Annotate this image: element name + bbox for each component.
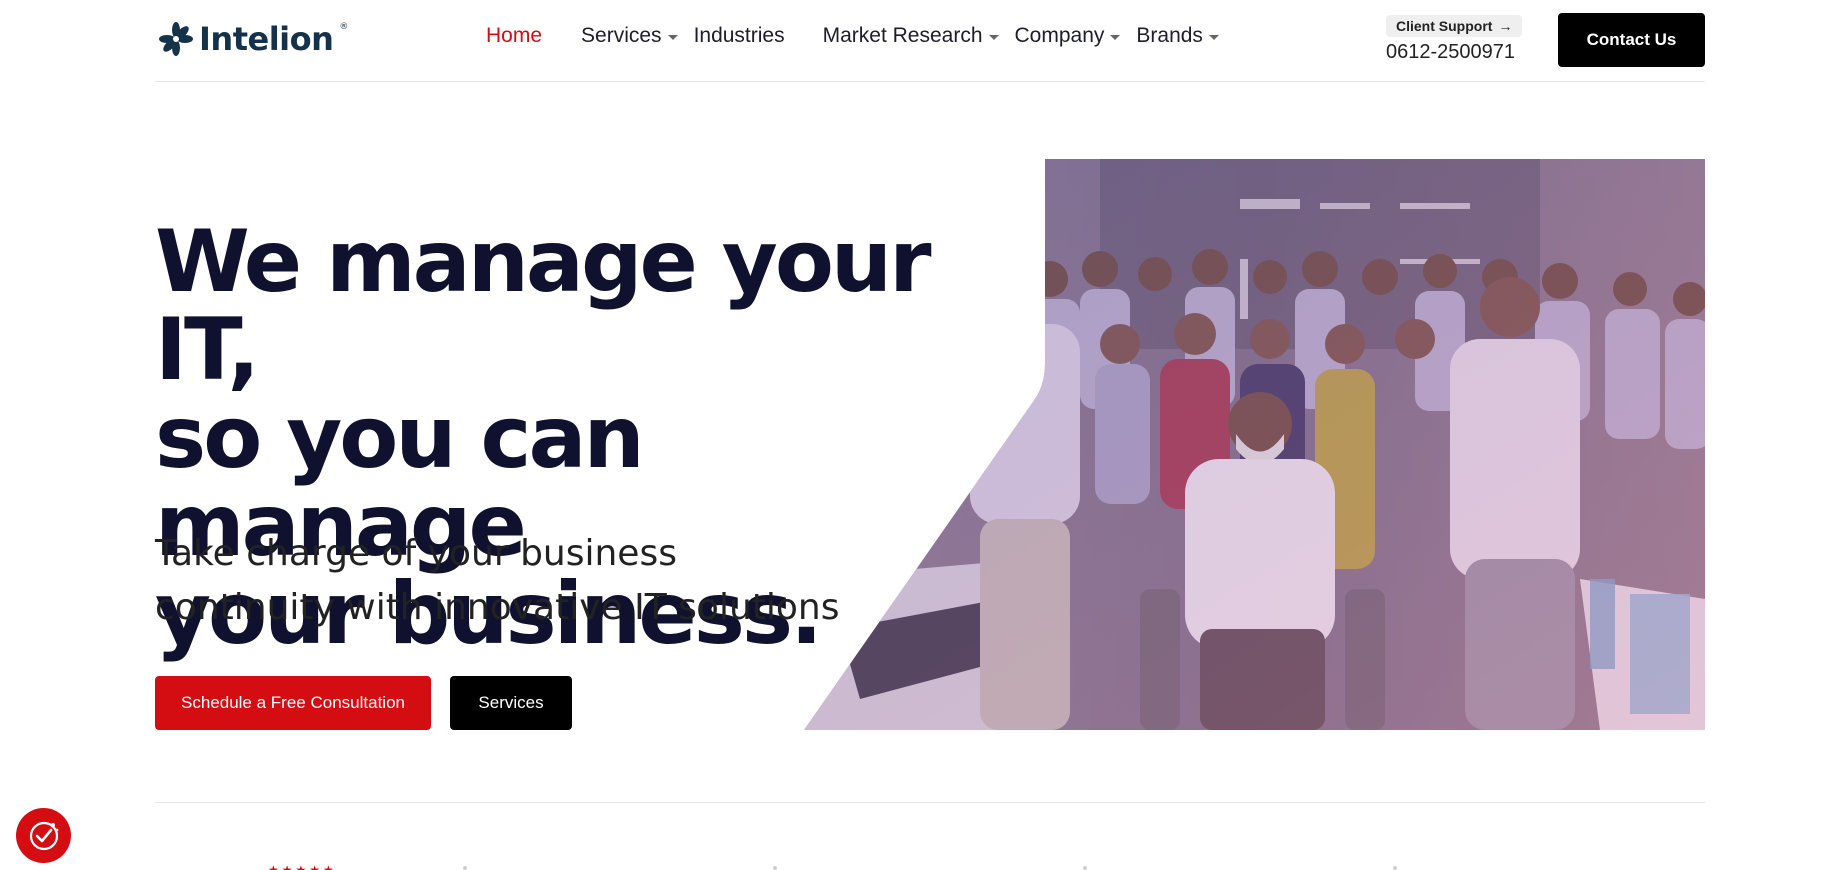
support-phone[interactable]: 0612-2500971 (1386, 41, 1522, 64)
nav-item-company[interactable]: Company (1015, 24, 1121, 48)
main-nav: Home Services Industries Market Research… (486, 24, 1219, 48)
carousel-dot (773, 866, 777, 870)
carousel-dot (1393, 866, 1397, 870)
client-support-link[interactable]: Client Support → (1386, 15, 1523, 37)
chevron-down-icon (988, 34, 999, 40)
nav-item-label: Home (486, 24, 543, 47)
nav-item-services[interactable]: Services (581, 24, 678, 48)
nav-item-label: Industries (693, 24, 785, 47)
chevron-down-icon (1110, 34, 1121, 40)
logo-mark-icon (159, 22, 193, 56)
nav-item-label: Services (581, 24, 662, 47)
cookie-consent-icon (29, 821, 58, 850)
client-support: Client Support → 0612-2500971 (1386, 15, 1523, 64)
nav-item-brands[interactable]: Brands (1136, 24, 1219, 48)
carousel-dot (1083, 866, 1087, 870)
hero-subtitle: Take charge of your business continuity … (155, 527, 875, 635)
hero-subtitle-line: continuity with innovative IT solutions (155, 587, 840, 628)
chevron-down-icon (667, 34, 678, 40)
cookie-consent-button[interactable] (16, 808, 71, 863)
site-header: Intelion ® Home Services Industries Mark… (155, 0, 1705, 82)
chevron-down-icon (1208, 34, 1219, 40)
nav-item-label: Market Research (822, 24, 983, 47)
nav-item-label: Brands (1136, 24, 1203, 47)
rating-stars: ★★★★★ (268, 863, 337, 870)
contact-us-button[interactable]: Contact Us (1558, 13, 1705, 67)
nav-item-home[interactable]: Home (486, 24, 542, 48)
nav-item-industries[interactable]: Industries (694, 24, 785, 48)
carousel-dot (463, 866, 467, 870)
arrow-right-icon: → (1498, 18, 1513, 34)
section-divider (155, 802, 1705, 803)
client-support-label: Client Support (1396, 18, 1493, 34)
nav-item-market-research[interactable]: Market Research (823, 24, 999, 48)
nav-item-label: Company (1014, 24, 1105, 47)
hero-team-photo (804, 159, 1705, 730)
logo-text: Intelion (199, 20, 334, 58)
schedule-consultation-button[interactable]: Schedule a Free Consultation (155, 676, 431, 730)
hero-subtitle-line: Take charge of your business (155, 533, 677, 574)
logo[interactable]: Intelion ® (159, 20, 348, 58)
logo-registered-mark: ® (339, 22, 349, 32)
services-button[interactable]: Services (450, 676, 572, 730)
